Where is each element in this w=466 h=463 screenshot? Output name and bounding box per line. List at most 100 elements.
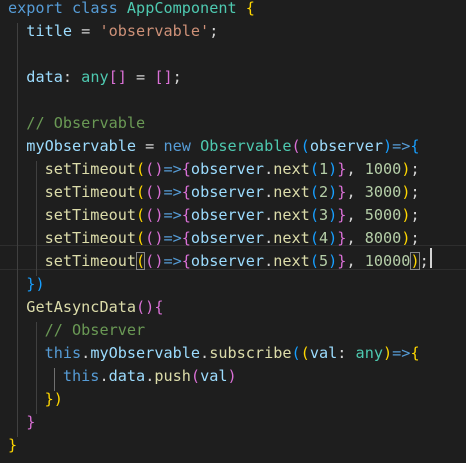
code-line[interactable]: setTimeout(()=>{observer.next(5)}, 10000… bbox=[8, 250, 429, 273]
code-token: [] bbox=[154, 68, 173, 86]
code-token: 8000 bbox=[364, 229, 402, 247]
code-line[interactable]: GetAsyncData(){ bbox=[8, 296, 163, 319]
code-token: : bbox=[337, 344, 356, 362]
code-token: // Observer bbox=[44, 321, 146, 339]
code-token: myObservable bbox=[90, 344, 201, 362]
code-token: ( bbox=[309, 160, 319, 178]
code-token: , bbox=[346, 206, 365, 224]
code-token: ) bbox=[328, 252, 338, 270]
code-token: [] bbox=[108, 68, 127, 86]
code-token: val bbox=[309, 344, 338, 362]
code-line[interactable]: setTimeout(()=>{observer.next(4)}, 8000)… bbox=[8, 227, 420, 250]
code-token: { bbox=[181, 206, 191, 224]
code-token: ( bbox=[291, 137, 301, 155]
code-token: ( bbox=[136, 206, 146, 224]
code-token: // Observable bbox=[26, 114, 146, 132]
code-token: ( bbox=[300, 344, 310, 362]
code-token: observer bbox=[309, 137, 383, 155]
code-token: { bbox=[181, 229, 191, 247]
code-editor[interactable]: export class AppComponent { title = 'obs… bbox=[0, 0, 466, 463]
code-token: }) bbox=[26, 275, 45, 293]
code-token: 1000 bbox=[364, 160, 402, 178]
code-line[interactable]: // Observable bbox=[8, 112, 145, 135]
code-token: => bbox=[392, 137, 411, 155]
code-token: () bbox=[136, 298, 155, 316]
code-token: any bbox=[355, 344, 383, 362]
code-token: . bbox=[145, 367, 155, 385]
code-token: GetAsyncData bbox=[26, 298, 137, 316]
code-token: AppComponent bbox=[126, 0, 237, 17]
code-token: = bbox=[126, 68, 155, 86]
code-token: . bbox=[264, 183, 274, 201]
code-line[interactable]: }) bbox=[8, 388, 63, 411]
code-token: , bbox=[346, 252, 365, 270]
code-token: () bbox=[145, 160, 164, 178]
code-token: val bbox=[200, 367, 228, 385]
code-token: ) bbox=[410, 252, 420, 270]
code-token: => bbox=[163, 160, 182, 178]
code-token: 5000 bbox=[364, 206, 402, 224]
code-token: => bbox=[163, 206, 182, 224]
code-token: . bbox=[264, 206, 274, 224]
code-token: . bbox=[99, 367, 109, 385]
code-token: next bbox=[273, 252, 310, 270]
code-token: . bbox=[264, 229, 274, 247]
code-line[interactable]: this.data.push(val) bbox=[8, 365, 237, 388]
code-token: => bbox=[392, 344, 411, 362]
code-token: 5 bbox=[318, 252, 329, 270]
code-token: ( bbox=[291, 344, 301, 362]
code-token: ( bbox=[190, 367, 201, 385]
code-line[interactable]: }) bbox=[8, 273, 45, 296]
code-token: } bbox=[8, 436, 18, 454]
code-token: () bbox=[145, 252, 164, 270]
code-token: data bbox=[26, 68, 63, 86]
code-token: 3000 bbox=[364, 183, 402, 201]
code-token: 2 bbox=[318, 183, 329, 201]
code-token: { bbox=[410, 344, 420, 362]
code-line[interactable]: this.myObservable.subscribe((val: any)=>… bbox=[8, 342, 420, 365]
code-token: { bbox=[181, 160, 191, 178]
code-token: => bbox=[163, 252, 182, 270]
code-token: } bbox=[26, 413, 36, 431]
code-token: 3 bbox=[318, 206, 329, 224]
code-line[interactable]: // Observer bbox=[8, 319, 146, 342]
code-token: }) bbox=[44, 390, 63, 408]
code-token: ; bbox=[419, 252, 429, 270]
code-line[interactable]: setTimeout(()=>{observer.next(2)}, 3000)… bbox=[8, 181, 420, 204]
code-token: 1 bbox=[318, 160, 329, 178]
code-line[interactable]: setTimeout(()=>{observer.next(3)}, 5000)… bbox=[8, 204, 420, 227]
code-token: : bbox=[62, 68, 82, 86]
code-line[interactable]: setTimeout(()=>{observer.next(1)}, 1000)… bbox=[8, 158, 420, 181]
code-token: setTimeout bbox=[44, 206, 137, 224]
code-token: ) bbox=[328, 229, 338, 247]
code-token: observer bbox=[190, 252, 265, 270]
code-token: = bbox=[136, 137, 164, 155]
code-line[interactable]: } bbox=[8, 411, 35, 434]
code-token: observer bbox=[190, 206, 265, 224]
code-token: => bbox=[163, 229, 182, 247]
code-line[interactable]: export class AppComponent { bbox=[8, 0, 255, 20]
code-line[interactable]: } bbox=[8, 434, 17, 457]
code-token: . bbox=[200, 344, 210, 362]
code-line[interactable]: title = 'observable'; bbox=[8, 20, 218, 43]
code-token: () bbox=[145, 206, 164, 224]
code-token: setTimeout bbox=[44, 252, 137, 270]
code-token: observer bbox=[190, 183, 265, 201]
code-token: 'observable' bbox=[99, 22, 210, 40]
code-token: ; bbox=[410, 229, 420, 247]
code-token: { bbox=[154, 298, 164, 316]
code-line[interactable]: data: any[] = []; bbox=[8, 66, 182, 89]
code-token: ) bbox=[382, 344, 393, 362]
code-line[interactable]: myObservable = new Observable((observer)… bbox=[8, 135, 419, 158]
code-token: any bbox=[81, 68, 109, 86]
code-token: this bbox=[62, 367, 100, 385]
